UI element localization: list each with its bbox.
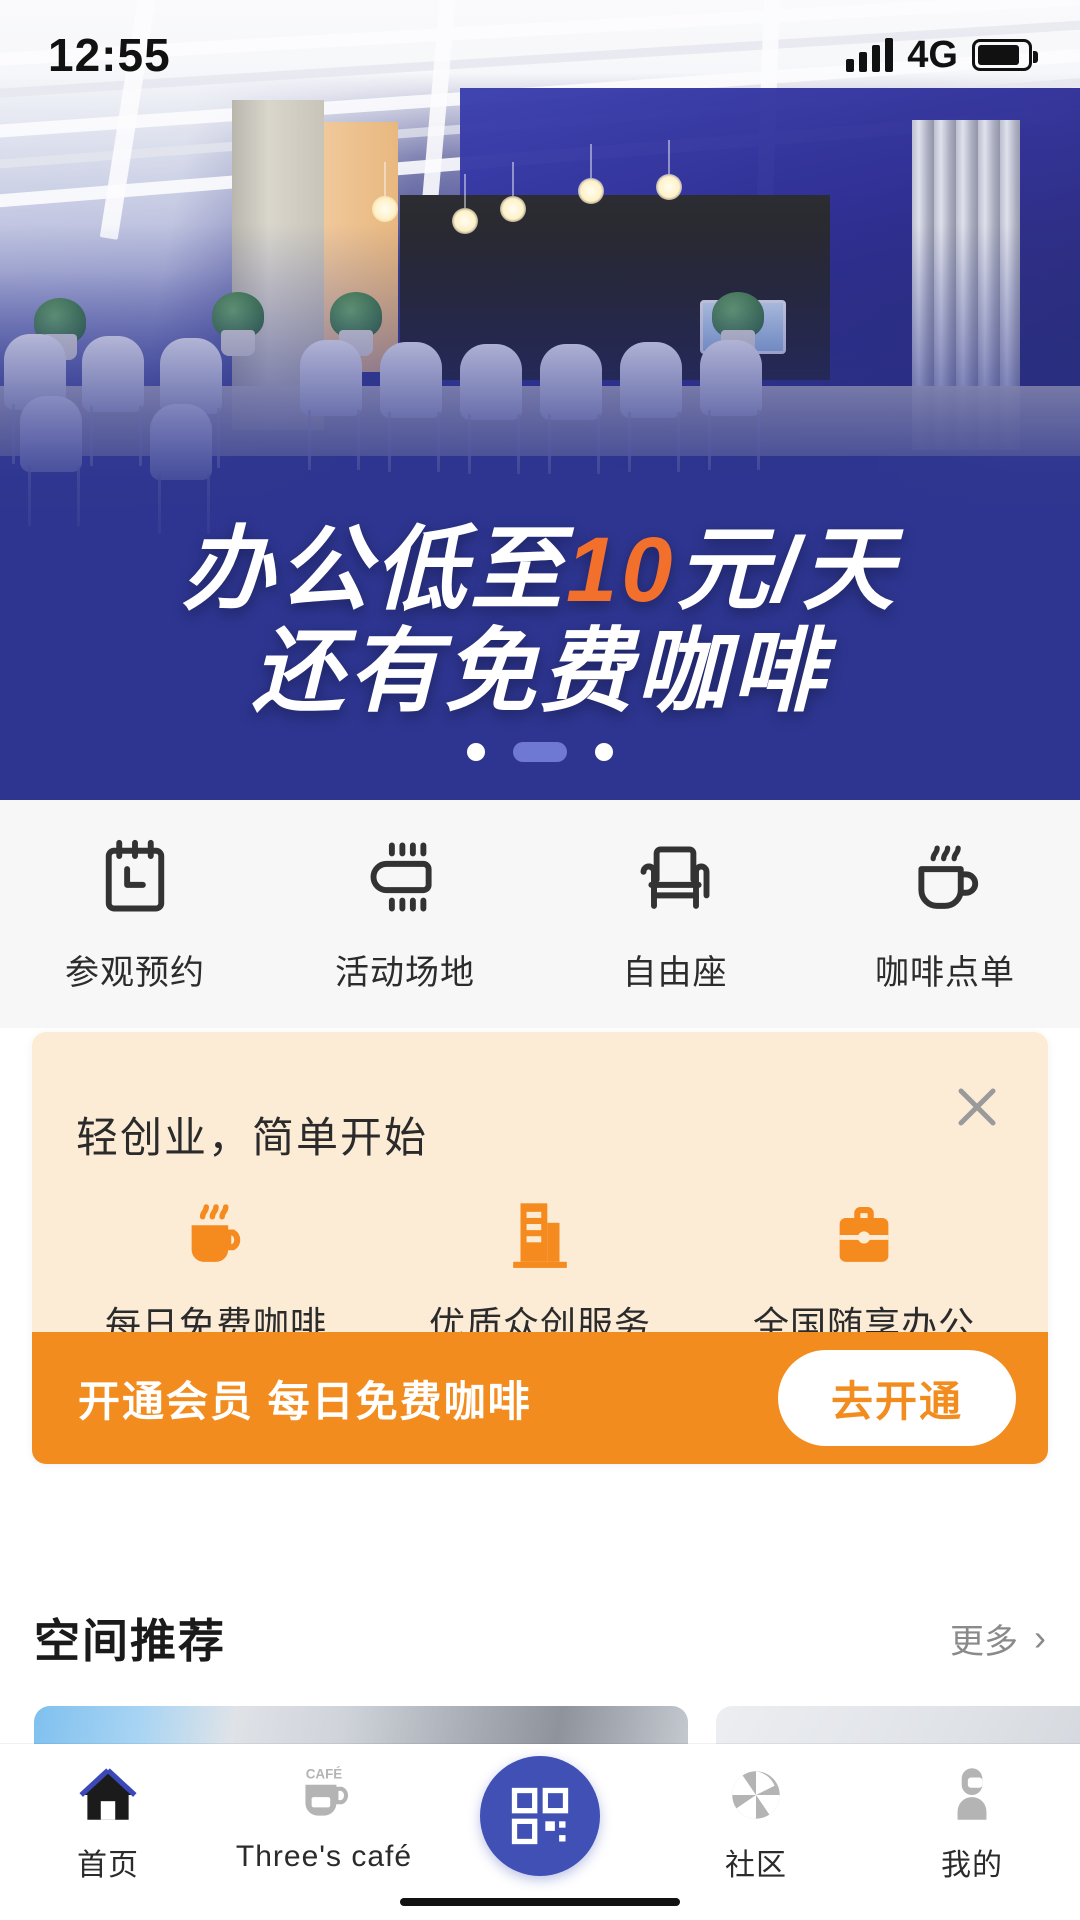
quick-action-free-seat[interactable]: 自由座 [540, 835, 810, 994]
nav-label-profile: 我的 [941, 1849, 1003, 1882]
quick-actions-row: 参观预约 活动场地 自由座 咖啡点单 [0, 800, 1080, 1028]
quick-action-event-venue[interactable]: 活动场地 [270, 835, 540, 994]
status-indicators: 4G [846, 33, 1038, 77]
coffee-cup-icon [918, 845, 979, 909]
qr-scan-button[interactable] [480, 1756, 600, 1876]
promo-benefit-quality-service[interactable]: 优质众创服务 [378, 1196, 702, 1348]
nav-item-threes-cafe[interactable]: CAFÉ Three's café [216, 1762, 432, 1874]
carousel-dot-2-active[interactable] [513, 742, 567, 762]
nav-label-home: 首页 [77, 1849, 139, 1882]
quick-action-coffee-order[interactable]: 咖啡点单 [810, 835, 1080, 994]
home-icon [79, 1768, 137, 1820]
status-time: 12:55 [48, 29, 171, 81]
nav-item-profile[interactable]: 我的 [864, 1762, 1080, 1884]
person-profile-icon [957, 1768, 987, 1820]
signal-bars-icon [846, 38, 894, 72]
section-more-link[interactable]: 更多 › [950, 1614, 1046, 1663]
chevron-right-icon: › [1034, 1617, 1046, 1658]
office-building-icon [513, 1203, 567, 1268]
promo-title: 轻创业，简单开始 [76, 1114, 429, 1161]
aperture-community-icon [732, 1771, 780, 1819]
bottom-navigation-bar: 首页 CAFÉ Three's café 社区 我的 [0, 1744, 1080, 1920]
promo-benefit-nationwide-office[interactable]: 全国随享办公 [702, 1196, 1026, 1348]
app-root: 办公低至10元/天 还有免费咖啡 12:55 4G 参观预约 活动场地 自由座 … [0, 0, 1080, 1920]
calendar-clock-icon [105, 839, 165, 911]
promo-cta-text: 开通会员 每日免费咖啡 [78, 1377, 532, 1425]
nav-item-community[interactable]: 社区 [648, 1762, 864, 1884]
qr-scan-icon [511, 1787, 569, 1845]
page-section-title: 空间推荐 [34, 1615, 226, 1667]
nav-label-community: 社区 [725, 1849, 787, 1882]
promo-benefits-row: 每日免费咖啡 优质众创服务 全国随享办公 [32, 1196, 1048, 1348]
home-indicator [400, 1898, 680, 1906]
quick-action-label: 活动场地 [335, 953, 475, 992]
nav-item-scan[interactable] [432, 1756, 648, 1876]
hero-headline: 办公低至10元/天 还有免费咖啡 [0, 520, 1080, 724]
cafe-cup-icon: CAFÉ [305, 1767, 349, 1816]
battery-icon [972, 39, 1038, 71]
hero-headline-pre: 办公低至 [182, 519, 567, 621]
quick-action-label: 咖啡点单 [875, 953, 1015, 992]
svg-text:CAFÉ: CAFÉ [306, 1767, 343, 1782]
status-bar: 12:55 4G [0, 0, 1080, 110]
carousel-dot-3[interactable] [595, 743, 613, 761]
quick-action-label: 参观预约 [65, 953, 205, 992]
quick-action-visit-booking[interactable]: 参观预约 [0, 835, 270, 994]
hero-headline-line2: 还有免费咖啡 [251, 621, 828, 723]
close-icon [958, 1088, 996, 1126]
nav-item-home[interactable]: 首页 [0, 1762, 216, 1884]
promo-cta-button[interactable]: 去开通 [778, 1350, 1016, 1446]
network-type-label: 4G [907, 33, 958, 76]
space-recommend-header: 空间推荐 更多 › [0, 1586, 1080, 1690]
hero-banner-carousel[interactable]: 办公低至10元/天 还有免费咖啡 [0, 0, 1080, 800]
briefcase-icon [839, 1206, 889, 1262]
membership-promo-card: 轻创业，简单开始 每日免费咖啡 优质众创服务 全国随享办公 开通会员 每日免费咖… [32, 1032, 1048, 1464]
coffee-mug-icon [191, 1204, 241, 1262]
hero-headline-post: 元/天 [676, 519, 898, 621]
hero-headline-price: 10 [566, 519, 677, 621]
sofa-seat-icon [640, 845, 710, 909]
quick-action-label: 自由座 [622, 953, 728, 992]
carousel-pagination[interactable] [0, 742, 1080, 762]
meeting-room-icon [370, 842, 432, 911]
promo-benefit-free-coffee[interactable]: 每日免费咖啡 [54, 1196, 378, 1348]
promo-close-button[interactable] [942, 1072, 1012, 1142]
carousel-dot-1[interactable] [467, 743, 485, 761]
promo-cta-bar[interactable]: 开通会员 每日免费咖啡 去开通 [32, 1332, 1048, 1464]
section-more-label: 更多 [950, 1622, 1018, 1661]
nav-label-threes-cafe: Three's café [235, 1840, 413, 1873]
